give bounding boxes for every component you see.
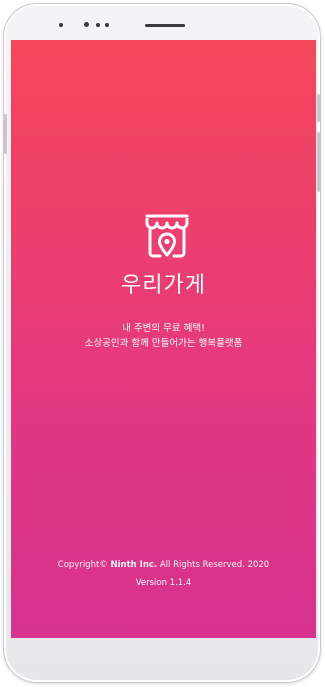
sensor-dot <box>105 23 109 27</box>
copyright-notice: Copyright© Ninth Inc. All Rights Reserve… <box>11 560 316 570</box>
tagline-secondary: 소상공인과 함께 만들어가는 행복플랫폼 <box>84 338 243 349</box>
side-button-upper <box>317 94 320 122</box>
splash-screen: 우리가게 내 주변의 무료 혜택! 소상공인과 함께 만들어가는 행복플랫폼 C… <box>11 40 316 638</box>
volume-button <box>4 114 7 154</box>
sensor-dot <box>96 23 100 27</box>
storefront-location-pin-icon <box>145 214 189 258</box>
sensor-dot <box>59 23 63 27</box>
earpiece-speaker <box>145 24 185 27</box>
app-title: 우리가게 <box>121 273 206 298</box>
front-camera <box>84 22 89 27</box>
power-button <box>317 132 320 192</box>
phone-top-bezel <box>4 12 322 38</box>
copyright-prefix: Copyright© <box>57 560 111 570</box>
company-name: Ninth Inc. <box>110 560 158 570</box>
copyright-suffix: All Rights Reserved. 2020 <box>157 560 270 570</box>
tagline-primary: 내 주변의 무료 혜택! <box>122 323 205 334</box>
phone-frame: 우리가게 내 주변의 무료 혜택! 소상공인과 함께 만들어가는 행복플랫폼 C… <box>3 3 321 683</box>
version-label: Version 1.1.4 <box>135 578 192 588</box>
